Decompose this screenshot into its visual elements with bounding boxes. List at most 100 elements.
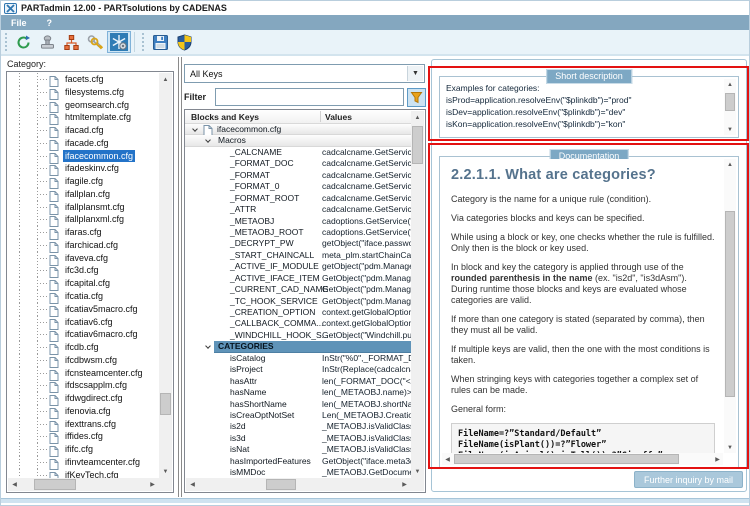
tree-item[interactable]: ifallplan.cfg	[8, 187, 159, 202]
table-row[interactable]: _DECRYPT_PW getObject("iface.passwordSe	[185, 238, 412, 249]
tree-hscroll-thumb[interactable]	[34, 479, 76, 490]
tree-item[interactable]: ifacade.cfg	[8, 136, 159, 151]
documentation-vertical-scrollbar[interactable]: ▲ ▼	[724, 159, 736, 453]
tree-item[interactable]: ifarchicad.cfg	[8, 238, 159, 253]
tree-item[interactable]: ifacecommon.cfg	[8, 149, 159, 164]
tree-item[interactable]: ifallplanxml.cfg	[8, 213, 159, 228]
scroll-right-arrow-icon[interactable]: ▶	[712, 453, 723, 465]
table-row[interactable]: _FORMAT_ROOT cadcalcname.GetService("ifa	[185, 193, 412, 204]
hierarchy-button[interactable]	[59, 31, 83, 53]
tree-item[interactable]: ifallplansmt.cfg	[8, 200, 159, 215]
tree-item[interactable]: ifadeskinv.cfg	[8, 162, 159, 177]
scroll-left-arrow-icon[interactable]: ◀	[186, 478, 199, 491]
scroll-left-arrow-icon[interactable]: ◀	[8, 478, 21, 491]
scroll-right-arrow-icon[interactable]: ▶	[146, 478, 159, 491]
table-row-selected[interactable]: CATEGORIES	[185, 341, 412, 353]
scroll-up-arrow-icon[interactable]: ▲	[411, 111, 424, 124]
table-row[interactable]: _ATTR cadcalcname.GetService("ifa	[185, 204, 412, 215]
table-row[interactable]: _CREATION_OPTION context.getGlobalOption(…	[185, 307, 412, 318]
tree-item[interactable]: ifcatiav6.cfg	[8, 315, 159, 330]
tree-item[interactable]: ifdwgdirect.cfg	[8, 392, 159, 407]
table-row[interactable]: _CALLBACK_COMMA... context.getGlobalOptio…	[185, 318, 412, 329]
table-row[interactable]: hasImportedFeatures GetObject("iface.meta…	[185, 456, 412, 467]
toolbar-drag-handle[interactable]	[5, 33, 8, 51]
table-row[interactable]: hasAttr len(_FORMAT_DOC("<ATTR(	[185, 376, 412, 387]
keys-button[interactable]	[83, 31, 107, 53]
menu-file[interactable]: File	[11, 18, 27, 28]
tree-item[interactable]: ifenovia.cfg	[8, 404, 159, 419]
table-row[interactable]: _TC_HOOK_SERVICE GetObject("pdm.ManagerSe…	[185, 296, 412, 307]
save-button[interactable]	[148, 31, 172, 53]
chevron-down-icon[interactable]: ▼	[407, 66, 423, 81]
tree-item[interactable]: ifaras.cfg	[8, 226, 159, 241]
tree-item[interactable]: facets.cfg	[8, 73, 159, 87]
tree-item[interactable]: ifcatiav5macro.cfg	[8, 302, 159, 317]
scroll-down-arrow-icon[interactable]: ▼	[411, 465, 424, 478]
table-row[interactable]: _CALCNAME cadcalcname.GetService("ifa	[185, 147, 412, 158]
tree-item[interactable]: ifinvteamcenter.cfg	[8, 455, 159, 470]
table-vertical-scrollbar[interactable]: ▲ ▼	[411, 111, 424, 478]
tree-item[interactable]: iffides.cfg	[8, 430, 159, 445]
tree-item[interactable]: ifcatiav6macro.cfg	[8, 328, 159, 343]
tree-item[interactable]: ifcnsteamcenter.cfg	[8, 366, 159, 381]
table-row[interactable]: _FORMAT_0 cadcalcname.GetService("ifa	[185, 181, 412, 192]
table-vscroll-thumb[interactable]	[412, 126, 423, 164]
column-values[interactable]: Values	[325, 112, 352, 122]
scroll-left-arrow-icon[interactable]: ◀	[442, 453, 453, 465]
settings-active-button[interactable]	[107, 31, 131, 53]
admin-shield-button[interactable]	[172, 31, 196, 53]
tree-item[interactable]: htmltemplate.cfg	[8, 111, 159, 126]
column-blocks-and-keys[interactable]: Blocks and Keys	[191, 112, 259, 122]
scroll-down-arrow-icon[interactable]: ▼	[724, 124, 736, 135]
scroll-up-arrow-icon[interactable]: ▲	[724, 159, 736, 170]
tree-item[interactable]: ififc.cfg	[8, 443, 159, 458]
panel-splitter[interactable]	[178, 57, 182, 497]
further-inquiry-mail-button[interactable]: Further inquiry by mail	[633, 471, 743, 488]
menu-help[interactable]: ?	[47, 18, 53, 28]
tree-item[interactable]: ifcdb.cfg	[8, 341, 159, 356]
table-row[interactable]: isNat _METAOBJ.isValidClass("DOC	[185, 444, 412, 455]
table-row[interactable]: _METAOBJ_ROOT cadoptions.GetService("ifac…	[185, 227, 412, 238]
table-row[interactable]: isCatalog InStr("%0",_FORMAT_DOC("<	[185, 353, 412, 364]
table-row[interactable]: _FORMAT_DOC cadcalcname.GetService("ifa	[185, 158, 412, 169]
table-row[interactable]: _START_CHAINCALL meta_plm.startChainCall(…	[185, 250, 412, 261]
sd-vscroll-thumb[interactable]	[725, 93, 735, 111]
tree-item[interactable]: ifcdbwsm.cfg	[8, 353, 159, 368]
table-row[interactable]: is3d _METAOBJ.isValidClass("PAR	[185, 433, 412, 444]
table-row[interactable]: is2d _METAOBJ.isValidClass("FIGU	[185, 421, 412, 432]
table-row[interactable]: _WINDCHILL_HOOK_S... GetObject("Windchill…	[185, 330, 412, 341]
table-row[interactable]: _ACTIVE_IFACE_ITEMGetObject("pdm.Manager…	[185, 273, 412, 284]
column-divider[interactable]	[320, 111, 321, 122]
scroll-down-arrow-icon[interactable]: ▼	[159, 465, 172, 478]
tree-vscroll-thumb[interactable]	[160, 393, 171, 415]
scroll-right-arrow-icon[interactable]: ▶	[398, 478, 411, 491]
tree-item[interactable]: geomsearch.cfg	[8, 98, 159, 113]
tree-item[interactable]: ifKeyTech.cfg	[8, 468, 159, 478]
tree-horizontal-scrollbar[interactable]: ◀ ▶	[8, 478, 159, 491]
refresh-button[interactable]	[11, 31, 35, 53]
scroll-down-arrow-icon[interactable]: ▼	[724, 442, 736, 453]
tree-item[interactable]: ifc3d.cfg	[8, 264, 159, 279]
tree-item[interactable]: ifagile.cfg	[8, 175, 159, 190]
keys-filter-dropdown[interactable]: All Keys ▼	[184, 64, 425, 83]
tree-item[interactable]: ifcatia.cfg	[8, 290, 159, 305]
scroll-up-arrow-icon[interactable]: ▲	[724, 79, 736, 90]
tree-item[interactable]: ifacad.cfg	[8, 124, 159, 139]
tree-vertical-scrollbar[interactable]: ▲ ▼	[159, 73, 172, 478]
table-horizontal-scrollbar[interactable]: ◀ ▶	[186, 478, 411, 491]
table-row[interactable]: isMMDoc _METAOBJ.GetDocumentPre	[185, 467, 412, 478]
tree-item[interactable]: ifexttrans.cfg	[8, 417, 159, 432]
documentation-horizontal-scrollbar[interactable]: ◀ ▶	[442, 453, 723, 465]
filter-button[interactable]	[407, 88, 426, 107]
table-row[interactable]: _METAOBJ cadoptions.GetService("iface	[185, 216, 412, 227]
filter-input[interactable]	[215, 88, 404, 106]
table-row[interactable]: isCreaOptNotSet Len(_METAOBJ.CreationOpti	[185, 410, 412, 421]
scroll-up-arrow-icon[interactable]: ▲	[159, 73, 172, 86]
table-row[interactable]: _FORMAT cadcalcname.GetService("ifa	[185, 170, 412, 181]
export-button[interactable]	[35, 31, 59, 53]
doc-hscroll-thumb[interactable]	[454, 454, 679, 464]
table-row[interactable]: isProject InStr(Replace(cadcalcname.G	[185, 364, 412, 375]
short-description-scrollbar[interactable]: ▲ ▼	[724, 79, 736, 135]
table-row[interactable]: _ACTIVE_IF_MODULEgetObject("pdm.ManagerS…	[185, 261, 412, 272]
table-row[interactable]: _CURRENT_CAD_NAMEGetObject("pdm.ManagerS…	[185, 284, 412, 295]
